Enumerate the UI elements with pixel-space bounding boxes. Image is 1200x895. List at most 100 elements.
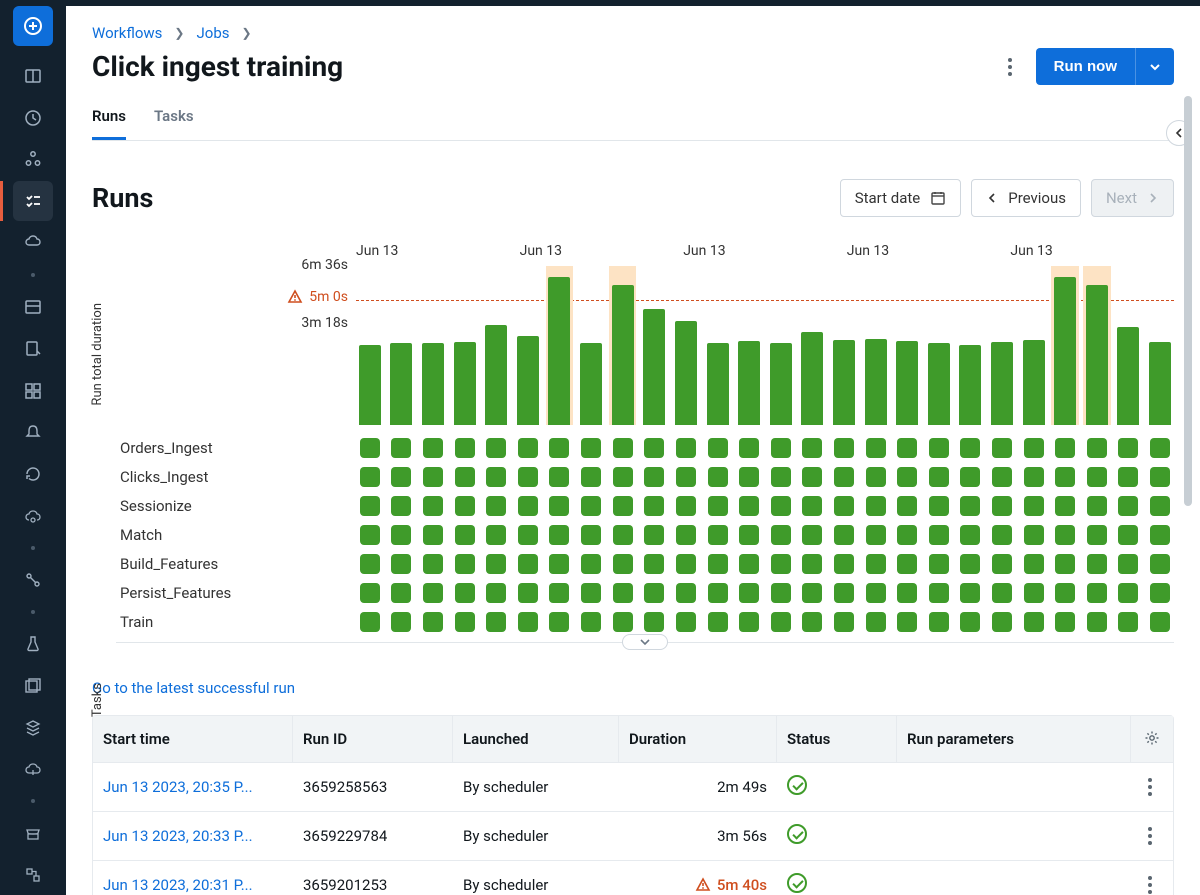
task-status-cell[interactable] [1146,496,1174,516]
table-settings[interactable] [1131,716,1173,762]
task-status-cell[interactable] [988,554,1016,574]
task-status-cell[interactable] [672,612,700,632]
task-status-cell[interactable] [419,438,447,458]
task-status-cell[interactable] [388,467,416,487]
job-more-actions[interactable] [998,55,1022,79]
row-actions[interactable] [1127,763,1173,811]
task-status-cell[interactable] [925,583,953,603]
task-status-cell[interactable] [799,496,827,516]
task-status-cell[interactable] [799,583,827,603]
task-status-cell[interactable] [514,583,542,603]
run-bar[interactable] [1020,266,1048,425]
run-bar[interactable] [419,266,447,425]
task-status-cell[interactable] [388,583,416,603]
run-bar[interactable] [672,266,700,425]
task-status-cell[interactable] [546,525,574,545]
task-status-cell[interactable] [672,554,700,574]
task-status-cell[interactable] [514,467,542,487]
run-bar[interactable] [388,266,416,425]
task-status-cell[interactable] [451,583,479,603]
nav-compute-icon[interactable] [13,223,53,263]
nav-sql-icon[interactable] [13,287,53,327]
task-status-cell[interactable] [356,525,384,545]
task-status-cell[interactable] [830,438,858,458]
run-bar[interactable] [1146,266,1174,425]
task-status-cell[interactable] [1146,583,1174,603]
task-status-cell[interactable] [419,554,447,574]
task-status-cell[interactable] [482,612,510,632]
task-status-cell[interactable] [893,438,921,458]
nav-queries-icon[interactable] [13,329,53,369]
task-status-cell[interactable] [767,583,795,603]
task-status-cell[interactable] [1083,554,1111,574]
task-status-cell[interactable] [799,612,827,632]
task-status-cell[interactable] [388,496,416,516]
task-status-cell[interactable] [1115,554,1143,574]
task-status-cell[interactable] [735,467,763,487]
task-status-cell[interactable] [482,496,510,516]
task-status-cell[interactable] [577,467,605,487]
task-status-cell[interactable] [1115,525,1143,545]
task-status-cell[interactable] [767,612,795,632]
task-status-cell[interactable] [988,525,1016,545]
task-status-cell[interactable] [1020,554,1048,574]
task-status-cell[interactable] [672,583,700,603]
task-status-cell[interactable] [609,583,637,603]
nav-alerts-icon[interactable] [13,413,53,453]
task-status-cell[interactable] [514,496,542,516]
nav-data-icon[interactable] [13,140,53,180]
run-start-time-link[interactable]: Jun 13 2023, 20:35 P... [93,766,293,808]
create-button[interactable] [13,6,53,46]
task-status-cell[interactable] [1020,525,1048,545]
task-status-cell[interactable] [830,467,858,487]
latest-successful-run-link[interactable]: Go to the latest successful run [92,679,1174,697]
task-status-cell[interactable] [356,583,384,603]
task-status-cell[interactable] [988,583,1016,603]
task-status-cell[interactable] [767,496,795,516]
task-status-cell[interactable] [546,583,574,603]
task-status-cell[interactable] [957,583,985,603]
task-status-cell[interactable] [388,612,416,632]
task-status-cell[interactable] [893,525,921,545]
nav-marketplace-icon[interactable] [13,813,53,853]
task-status-cell[interactable] [862,467,890,487]
task-status-cell[interactable] [1115,583,1143,603]
task-status-cell[interactable] [451,496,479,516]
task-status-cell[interactable] [451,554,479,574]
task-status-cell[interactable] [1020,612,1048,632]
task-status-cell[interactable] [925,438,953,458]
task-status-cell[interactable] [1146,438,1174,458]
task-status-cell[interactable] [577,583,605,603]
task-status-cell[interactable] [799,438,827,458]
task-status-cell[interactable] [419,496,447,516]
run-bar[interactable] [577,266,605,425]
task-status-cell[interactable] [704,583,732,603]
task-status-cell[interactable] [640,612,668,632]
col-start-time[interactable]: Start time [93,716,293,762]
row-actions[interactable] [1127,812,1173,860]
task-status-cell[interactable] [1083,467,1111,487]
task-status-cell[interactable] [735,583,763,603]
run-bar[interactable] [451,266,479,425]
task-status-cell[interactable] [925,525,953,545]
task-status-cell[interactable] [577,496,605,516]
task-status-cell[interactable] [735,525,763,545]
tab-runs[interactable]: Runs [92,107,126,140]
task-status-cell[interactable] [1115,438,1143,458]
task-status-cell[interactable] [957,438,985,458]
task-status-cell[interactable] [1051,496,1079,516]
run-bar[interactable] [1083,266,1111,425]
task-status-cell[interactable] [1146,467,1174,487]
run-start-time-link[interactable]: Jun 13 2023, 20:31 P... [93,864,293,895]
task-status-cell[interactable] [862,554,890,574]
task-status-cell[interactable] [1083,612,1111,632]
task-status-cell[interactable] [419,467,447,487]
nav-dashboards-icon[interactable] [13,371,53,411]
expand-chart-handle[interactable] [622,634,668,650]
run-bar[interactable] [546,266,574,425]
run-bar[interactable] [1115,266,1143,425]
task-status-cell[interactable] [735,438,763,458]
task-status-cell[interactable] [1083,438,1111,458]
task-status-cell[interactable] [482,525,510,545]
task-status-cell[interactable] [640,525,668,545]
